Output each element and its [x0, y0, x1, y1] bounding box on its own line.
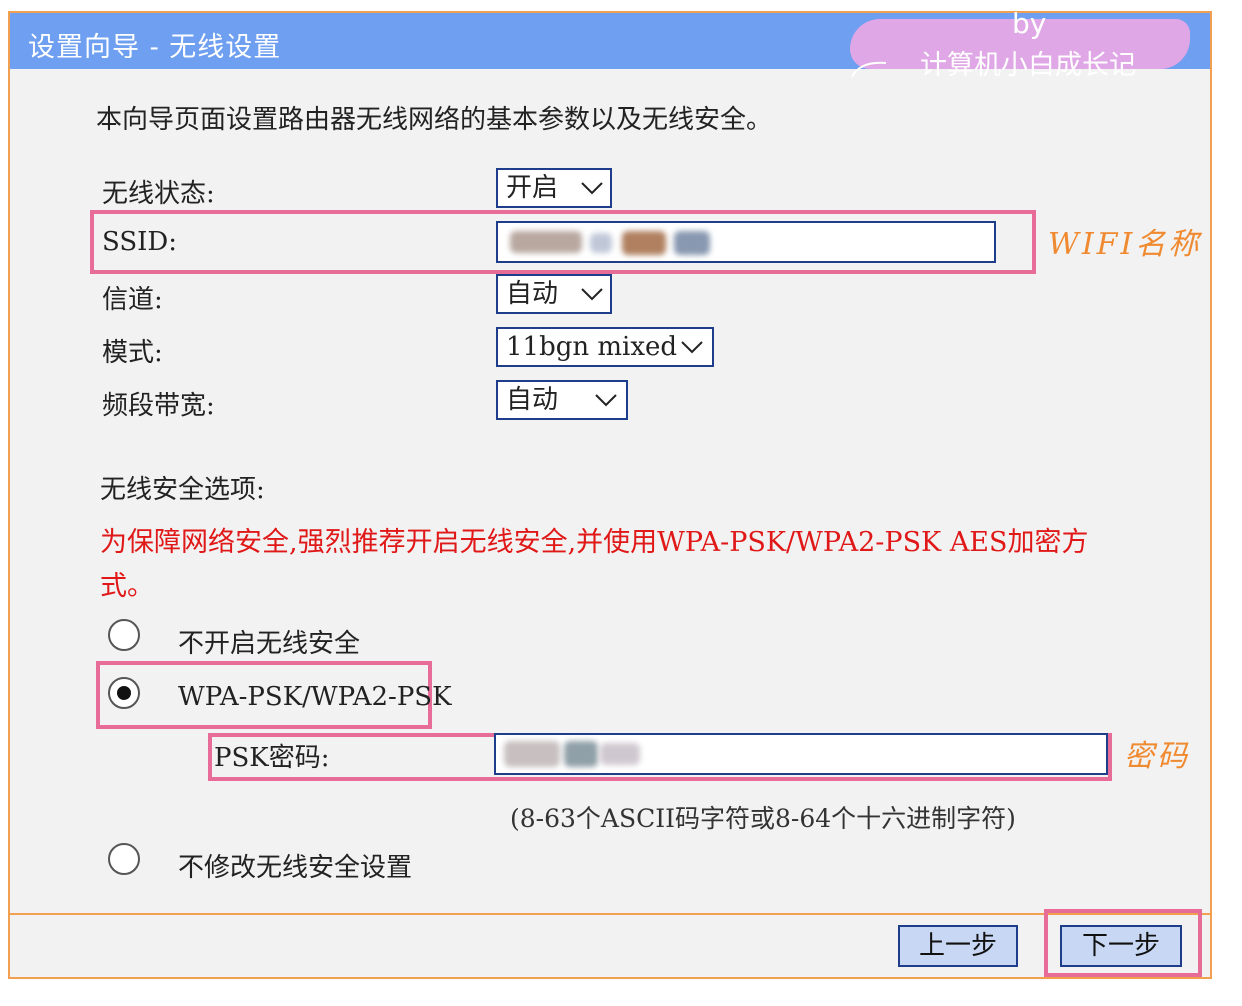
ssid-label: SSID: — [102, 227, 178, 257]
radio-wpa-psk[interactable] — [108, 677, 140, 709]
channel-label: 信道: — [102, 285, 163, 315]
window-title: 设置向导 - 无线设置 — [28, 32, 282, 63]
ssid-redaction — [674, 231, 710, 255]
psk-label: PSK密码: — [214, 743, 330, 773]
watermark-author: 计算机小白成长记 — [920, 50, 1136, 81]
wizard-window: 设置向导 - 无线设置 by 计算机小白成长记 本向导页面设置路由器无线网络的基… — [8, 7, 1212, 979]
wireless-status-select[interactable]: 开启 — [496, 168, 612, 208]
wireless-status-value: 开启 — [506, 173, 559, 203]
chevron-down-icon — [681, 341, 703, 354]
watermark-by: by — [1012, 7, 1047, 40]
mode-value: 11bgn mixed — [506, 332, 678, 362]
option-wpa-psk-label: WPA-PSK/WPA2-PSK — [178, 682, 452, 712]
chevron-down-icon — [581, 182, 603, 195]
watermark-swoosh-icon — [851, 61, 887, 78]
radio-keep-security[interactable] — [108, 843, 140, 875]
bandwidth-value: 自动 — [506, 385, 559, 415]
option-disable-security-label: 不开启无线安全 — [178, 629, 361, 659]
title-bar: 设置向导 - 无线设置 by 计算机小白成长记 — [10, 7, 1210, 81]
ssid-redaction — [510, 231, 582, 253]
channel-select[interactable]: 自动 — [496, 274, 612, 314]
channel-value: 自动 — [506, 279, 559, 309]
wireless-status-label: 无线状态: — [102, 179, 215, 209]
option-keep-security-label: 不修改无线安全设置 — [178, 853, 413, 883]
psk-redaction — [564, 741, 598, 767]
mode-label: 模式: — [102, 338, 163, 368]
chevron-down-icon — [595, 394, 617, 407]
radio-disable-security[interactable] — [108, 619, 140, 651]
mode-select[interactable]: 11bgn mixed — [496, 327, 714, 367]
chevron-down-icon — [581, 288, 603, 301]
security-warning: 为保障网络安全,强烈推荐开启无线安全,并使用WPA-PSK/WPA2-PSK A… — [100, 527, 1089, 602]
intro-text: 本向导页面设置路由器无线网络的基本参数以及无线安全。 — [96, 105, 773, 135]
psk-password-input[interactable] — [494, 733, 1108, 775]
ssid-annotation: WIFI名称 — [1048, 227, 1202, 262]
psk-hint: (8-63个ASCII码字符或8-64个十六进制字符) — [510, 804, 1016, 833]
psk-annotation: 密码 — [1124, 739, 1190, 774]
security-heading: 无线安全选项: — [100, 475, 265, 505]
bandwidth-label: 频段带宽: — [102, 391, 215, 421]
watermark: by 计算机小白成长记 — [850, 7, 1210, 81]
psk-redaction — [504, 741, 560, 767]
prev-button[interactable]: 上一步 — [898, 925, 1018, 967]
ssid-redaction — [622, 231, 666, 255]
ssid-input[interactable] — [496, 221, 996, 263]
footer-divider — [10, 913, 1210, 915]
bandwidth-select[interactable]: 自动 — [496, 380, 628, 420]
radio-selected-dot — [117, 686, 131, 700]
psk-redaction — [600, 743, 640, 765]
next-button[interactable]: 下一步 — [1060, 925, 1182, 967]
ssid-redaction — [590, 233, 612, 253]
